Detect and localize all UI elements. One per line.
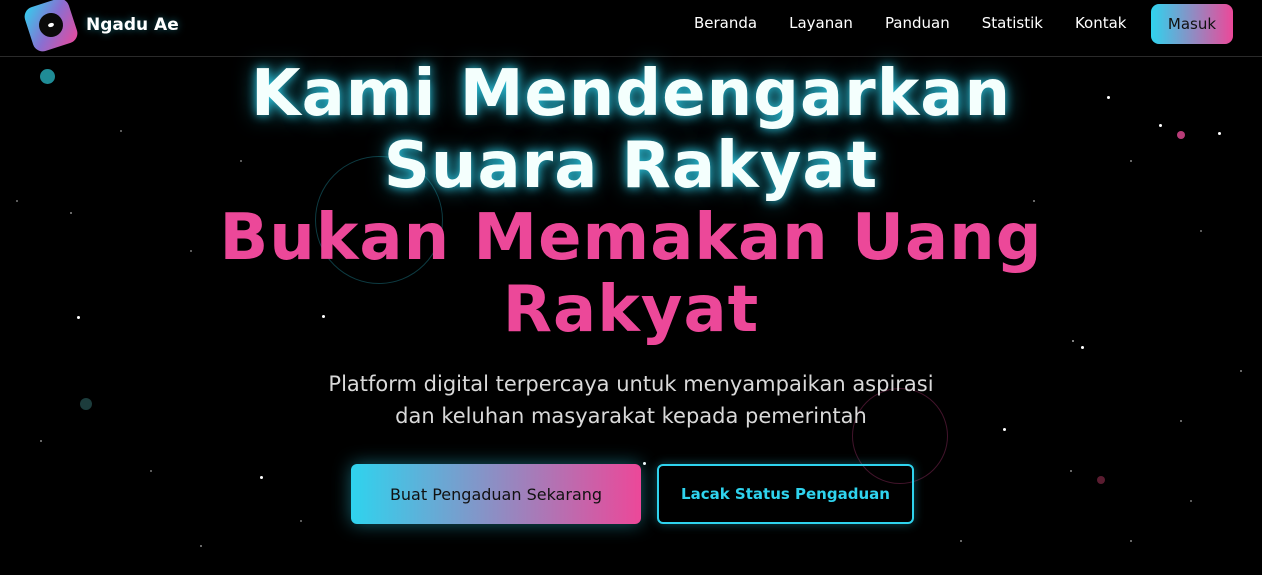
star [40,440,42,442]
nav-link-statistik[interactable]: Statistik [982,14,1043,32]
brand-name: Ngadu Ae [86,15,179,35]
hero-subtitle-line: dan keluhan masyarakat kepada pemerintah [395,404,867,428]
hero-subtitle-line: Platform digital terpercaya untuk menyam… [328,372,934,396]
brand[interactable]: Ngadu Ae [22,0,179,54]
top-navbar: Ngadu Ae Beranda Layanan Panduan Statist… [0,0,1262,57]
star [1070,470,1072,472]
star [200,545,202,547]
star [1190,500,1192,502]
megaphone-logo-icon [22,0,80,54]
hero-subtitle: Platform digital terpercaya untuk menyam… [0,368,1262,432]
star [1081,346,1084,349]
nav-link-panduan[interactable]: Panduan [885,14,950,32]
nav-link-beranda[interactable]: Beranda [694,14,757,32]
hero-title: Kami Mendengarkan Suara Rakyat Bukan Mem… [0,58,1262,346]
nav-link-kontak[interactable]: Kontak [1075,14,1127,32]
star [150,470,152,472]
track-complaint-button[interactable]: Lacak Status Pengaduan [657,464,914,524]
star [1097,476,1105,484]
star [960,540,962,542]
hero-title-highlight: Bukan Memakan Uang [219,201,1043,275]
create-complaint-button[interactable]: Buat Pengaduan Sekarang [351,464,641,524]
nav-menu: Beranda Layanan Panduan Statistik Kontak [694,14,1159,32]
hero-title-highlight: Rakyat [502,273,760,347]
hero-title-line: Kami Mendengarkan [251,57,1011,131]
landing-page: Ngadu Ae Beranda Layanan Panduan Statist… [0,0,1262,575]
hero-title-line: Suara Rakyat [383,129,879,203]
star [300,520,302,522]
star [1130,540,1132,542]
nav-link-layanan[interactable]: Layanan [789,14,853,32]
star [643,462,646,465]
login-button[interactable]: Masuk [1151,4,1233,44]
star [260,476,263,479]
